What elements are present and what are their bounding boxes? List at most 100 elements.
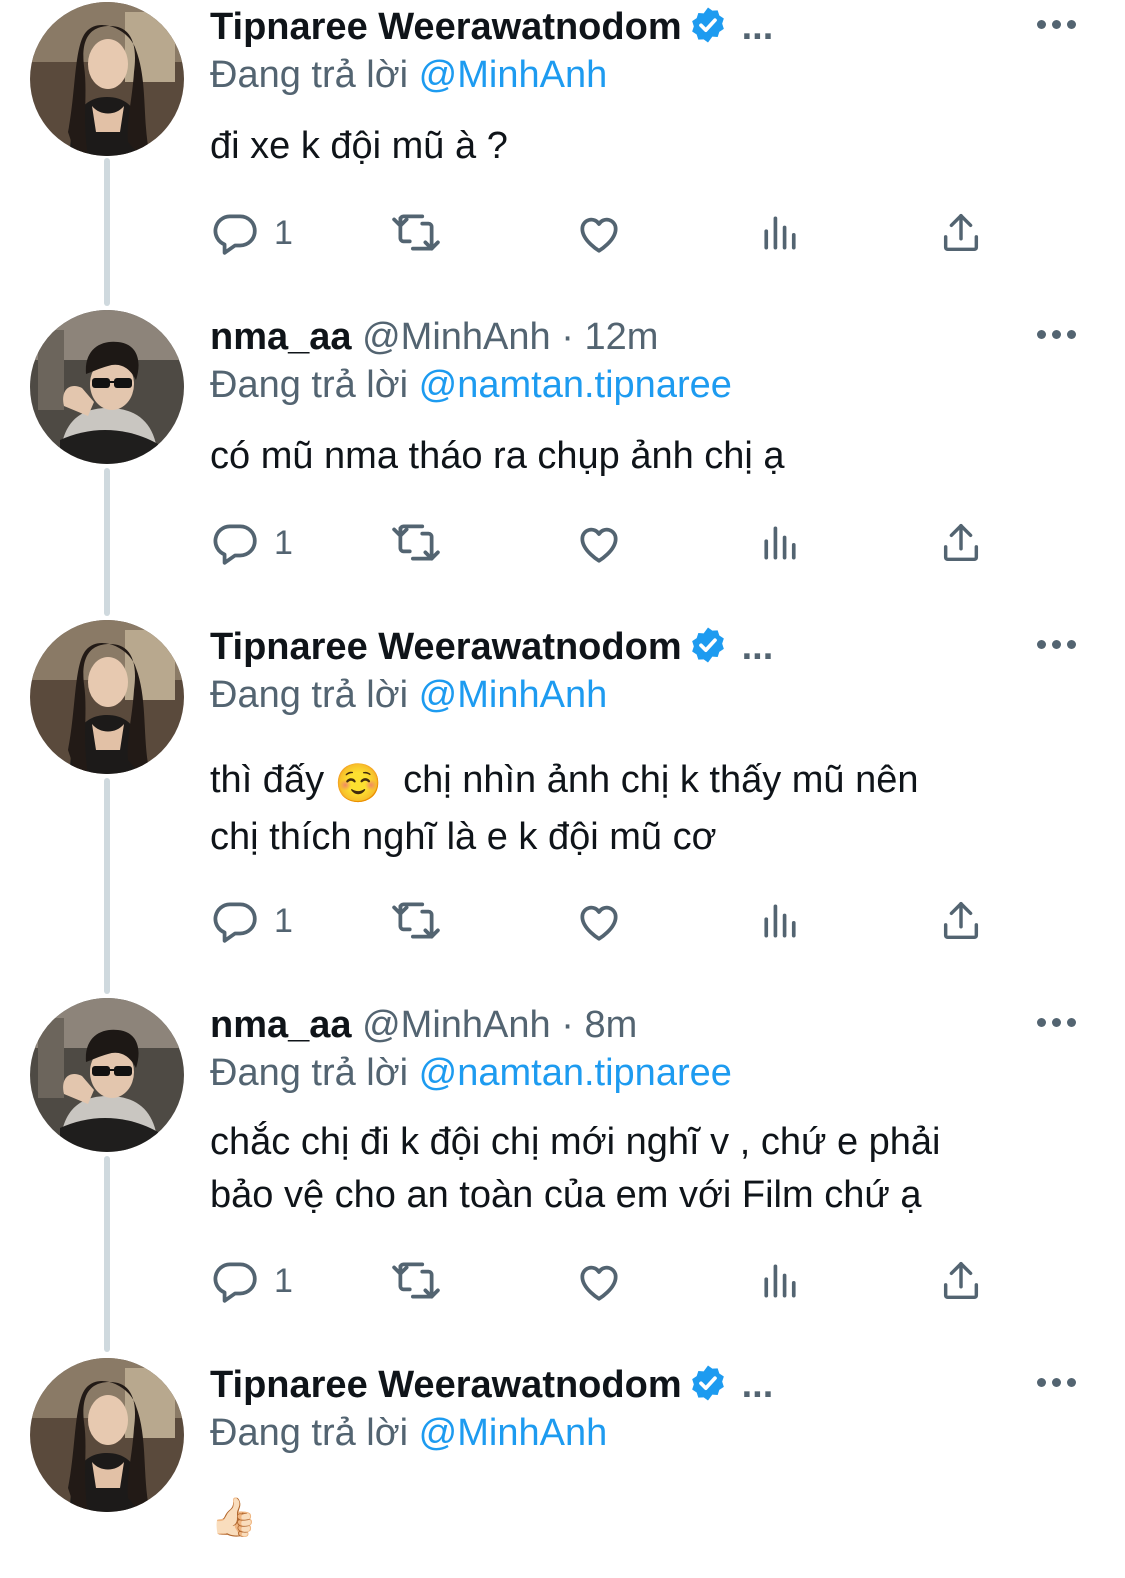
avatar[interactable] bbox=[30, 1358, 184, 1512]
views-button[interactable] bbox=[758, 208, 802, 258]
tweet-text-line: chắc chị đi k đội chị mới nghĩ v , chứ e… bbox=[210, 1121, 941, 1163]
avatar[interactable] bbox=[30, 2, 184, 156]
tweet-header: Tipnaree Weerawatnodom... bbox=[210, 4, 773, 50]
replying-prefix: Đang trả lời bbox=[210, 54, 409, 96]
author-name[interactable]: Tipnaree Weerawatnodom bbox=[210, 1364, 682, 1406]
views-button[interactable] bbox=[758, 518, 802, 568]
like-icon bbox=[574, 896, 624, 946]
author-name[interactable]: nma_aa bbox=[210, 316, 352, 358]
reply-icon bbox=[210, 208, 260, 258]
mention-link[interactable]: @MinhAnh bbox=[419, 54, 608, 96]
like-button[interactable] bbox=[574, 1256, 624, 1306]
like-button[interactable] bbox=[574, 208, 624, 258]
views-button[interactable] bbox=[758, 1256, 802, 1306]
reply-button[interactable]: 1 bbox=[210, 1256, 293, 1306]
share-icon bbox=[938, 518, 984, 568]
reply-button[interactable]: 1 bbox=[210, 518, 293, 568]
like-icon bbox=[574, 208, 624, 258]
retweet-button[interactable] bbox=[388, 518, 444, 568]
replying-prefix: Đang trả lời bbox=[210, 1412, 409, 1454]
truncation-ellipsis: ... bbox=[741, 6, 774, 48]
verified-badge-icon bbox=[688, 1363, 728, 1403]
verified-badge-icon bbox=[688, 5, 728, 45]
verified-badge-icon bbox=[688, 625, 728, 665]
like-icon bbox=[574, 1256, 624, 1306]
tweet-text: thì đấy ☺️ chị nhìn ảnh chị k thấy mũ nê… bbox=[210, 754, 1090, 864]
tweet-header: nma_aa @MinhAnh · 8m bbox=[210, 1002, 637, 1048]
retweet-button[interactable] bbox=[388, 1256, 444, 1306]
retweet-button[interactable] bbox=[388, 896, 444, 946]
tweet[interactable]: Tipnaree Weerawatnodom... Đang trả lời @… bbox=[0, 0, 1125, 300]
views-icon bbox=[758, 208, 802, 258]
author-name[interactable]: Tipnaree Weerawatnodom bbox=[210, 6, 682, 48]
reply-count: 1 bbox=[274, 1261, 293, 1300]
avatar-tipnaree-image bbox=[30, 2, 184, 156]
mention-link[interactable]: @namtan.tipnaree bbox=[419, 364, 732, 406]
reply-button[interactable]: 1 bbox=[210, 896, 293, 946]
retweet-icon bbox=[388, 896, 444, 946]
smiling-face-emoji: ☺️ bbox=[334, 763, 382, 805]
author-name[interactable]: Tipnaree Weerawatnodom bbox=[210, 626, 682, 668]
more-icon[interactable] bbox=[1037, 10, 1077, 40]
author-handle[interactable]: @MinhAnh bbox=[362, 1004, 551, 1046]
views-icon bbox=[758, 896, 802, 946]
separator-dot: · bbox=[561, 1004, 574, 1046]
tweet[interactable]: Tipnaree Weerawatnodom... Đang trả lời @… bbox=[0, 1358, 1125, 1578]
author-handle[interactable]: @MinhAnh bbox=[362, 316, 551, 358]
mention-link[interactable]: @namtan.tipnaree bbox=[419, 1052, 732, 1094]
tweet[interactable]: nma_aa @MinhAnh · 12m Đang trả lời @namt… bbox=[0, 310, 1125, 610]
reply-icon bbox=[210, 1256, 260, 1306]
replying-to: Đang trả lời @namtan.tipnaree bbox=[210, 1050, 732, 1096]
share-button[interactable] bbox=[938, 518, 984, 568]
more-icon[interactable] bbox=[1037, 1368, 1077, 1398]
avatar-tipnaree-image bbox=[30, 1358, 184, 1512]
avatar[interactable] bbox=[30, 310, 184, 464]
text-segment: chị nhìn ảnh chị k thấy mũ nên bbox=[403, 759, 919, 801]
tweet-text: chắc chị đi k đội chị mới nghĩ v , chứ e… bbox=[210, 1116, 1090, 1222]
share-button[interactable] bbox=[938, 1256, 984, 1306]
like-button[interactable] bbox=[574, 518, 624, 568]
tweet[interactable]: nma_aa @MinhAnh · 8m Đang trả lời @namta… bbox=[0, 998, 1125, 1348]
share-button[interactable] bbox=[938, 896, 984, 946]
replying-to: Đang trả lời @MinhAnh bbox=[210, 52, 607, 98]
share-icon bbox=[938, 896, 984, 946]
retweet-icon bbox=[388, 208, 444, 258]
reply-icon bbox=[210, 896, 260, 946]
replying-to: Đang trả lời @namtan.tipnaree bbox=[210, 362, 732, 408]
tweet-actions: 1 bbox=[210, 896, 1010, 946]
avatar-tipnaree-image bbox=[30, 620, 184, 774]
more-icon[interactable] bbox=[1037, 320, 1077, 350]
replying-to: Đang trả lời @MinhAnh bbox=[210, 672, 607, 718]
retweet-icon bbox=[388, 518, 444, 568]
timestamp[interactable]: 8m bbox=[584, 1004, 637, 1046]
views-icon bbox=[758, 1256, 802, 1306]
avatar[interactable] bbox=[30, 998, 184, 1152]
retweet-button[interactable] bbox=[388, 208, 444, 258]
tweet[interactable]: Tipnaree Weerawatnodom... Đang trả lời @… bbox=[0, 620, 1125, 980]
views-button[interactable] bbox=[758, 896, 802, 946]
mention-link[interactable]: @MinhAnh bbox=[419, 1412, 608, 1454]
avatar-minhanh-image bbox=[30, 310, 184, 464]
truncation-ellipsis: ... bbox=[741, 1364, 774, 1406]
mention-link[interactable]: @MinhAnh bbox=[419, 674, 608, 716]
more-icon[interactable] bbox=[1037, 1008, 1077, 1038]
truncation-ellipsis: ... bbox=[741, 626, 774, 668]
share-icon bbox=[938, 208, 984, 258]
separator-dot: · bbox=[561, 316, 574, 358]
tweet-text-line: chị thích nghĩ là e k đội mũ cơ bbox=[210, 816, 717, 858]
avatar[interactable] bbox=[30, 620, 184, 774]
thumbs-up-emoji: 👍🏻 bbox=[210, 1497, 258, 1539]
tweet-header: nma_aa @MinhAnh · 12m bbox=[210, 314, 658, 360]
author-name[interactable]: nma_aa bbox=[210, 1004, 352, 1046]
more-icon[interactable] bbox=[1037, 630, 1077, 660]
replying-prefix: Đang trả lời bbox=[210, 1052, 409, 1094]
reply-count: 1 bbox=[274, 901, 293, 940]
timestamp[interactable]: 12m bbox=[584, 316, 658, 358]
like-button[interactable] bbox=[574, 896, 624, 946]
tweet-text-line: thì đấy ☺️ chị nhìn ảnh chị k thấy mũ nê… bbox=[210, 754, 1090, 811]
share-button[interactable] bbox=[938, 208, 984, 258]
tweet-header: Tipnaree Weerawatnodom... bbox=[210, 624, 773, 670]
reply-button[interactable]: 1 bbox=[210, 208, 293, 258]
views-icon bbox=[758, 518, 802, 568]
share-icon bbox=[938, 1256, 984, 1306]
